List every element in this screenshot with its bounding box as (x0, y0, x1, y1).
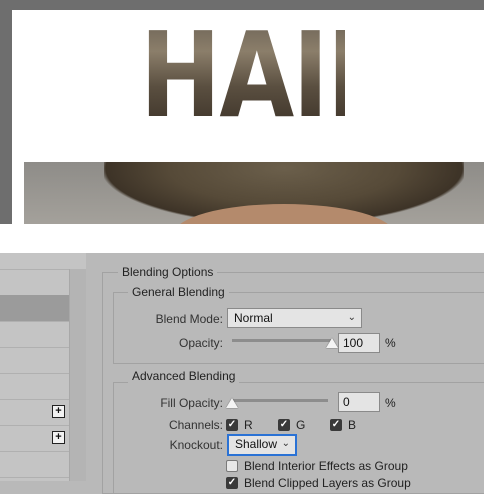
document-canvas[interactable]: HAIR (0, 0, 484, 253)
list-item[interactable] (0, 347, 69, 374)
chevron-down-icon: ⌄ (281, 438, 290, 449)
channel-b-label: B (348, 418, 357, 432)
blend-interior-checkbox[interactable] (226, 460, 238, 472)
list-item[interactable] (0, 269, 69, 296)
checkmark-icon: ✓ (227, 419, 237, 430)
knockout-select[interactable]: Shallow ⌄ (227, 434, 297, 456)
list-item[interactable] (0, 451, 69, 478)
blend-mode-value: Normal (234, 311, 273, 325)
fill-opacity-slider-thumb[interactable] (226, 398, 238, 408)
opacity-slider-thumb[interactable] (326, 338, 338, 348)
channel-r-checkbox[interactable]: ✓ (226, 419, 238, 431)
chevron-down-icon: ⌄ (347, 312, 356, 323)
portrait-photo (24, 162, 484, 224)
channel-b-checkbox[interactable]: ✓ (330, 419, 342, 431)
checkmark-icon: ✓ (331, 419, 341, 430)
channel-r-label: R (244, 418, 253, 432)
fill-opacity-input[interactable]: 0 (338, 392, 380, 412)
knockout-label: Knockout: (169, 438, 223, 452)
blending-options-title: Blending Options (118, 265, 218, 279)
channel-g-label: G (296, 418, 306, 432)
opacity-unit: % (385, 336, 396, 350)
blend-mode-label: Blend Mode: (155, 312, 223, 326)
add-effect-icon[interactable]: + (52, 405, 65, 418)
general-blending-group (113, 292, 484, 364)
knockout-value: Shallow (235, 437, 278, 451)
layer-style-list: + + (0, 253, 87, 481)
blend-clipped-label: Blend Clipped Layers as Group (244, 476, 411, 490)
list-scrollbar[interactable] (69, 269, 86, 481)
blend-interior-label: Blend Interior Effects as Group (244, 459, 408, 473)
checkmark-icon: ✓ (227, 477, 237, 488)
add-effect-icon[interactable]: + (52, 431, 65, 444)
list-item-selected[interactable] (0, 295, 69, 322)
channel-g-checkbox[interactable]: ✓ (278, 419, 290, 431)
general-blending-title: General Blending (128, 285, 229, 299)
fill-opacity-label: Fill Opacity: (160, 396, 223, 410)
blend-mode-select[interactable]: Normal ⌄ (227, 308, 362, 328)
opacity-label: Opacity: (178, 336, 223, 350)
list-item[interactable] (0, 373, 69, 400)
fill-opacity-unit: % (385, 396, 396, 410)
hair-text-layer: HAIR (140, 6, 401, 144)
opacity-input[interactable]: 100 (338, 333, 380, 353)
opacity-slider[interactable] (232, 339, 332, 342)
canvas-pasteboard (0, 224, 484, 253)
list-item[interactable] (0, 253, 69, 270)
fill-opacity-slider[interactable] (232, 399, 328, 402)
blend-clipped-checkbox[interactable]: ✓ (226, 477, 238, 489)
blending-options-panel: Blending Options General Blending Blend … (86, 253, 484, 494)
channels-label: Channels: (168, 418, 223, 432)
list-item[interactable] (0, 321, 69, 348)
advanced-blending-title: Advanced Blending (128, 369, 240, 383)
checkmark-icon: ✓ (279, 419, 289, 430)
